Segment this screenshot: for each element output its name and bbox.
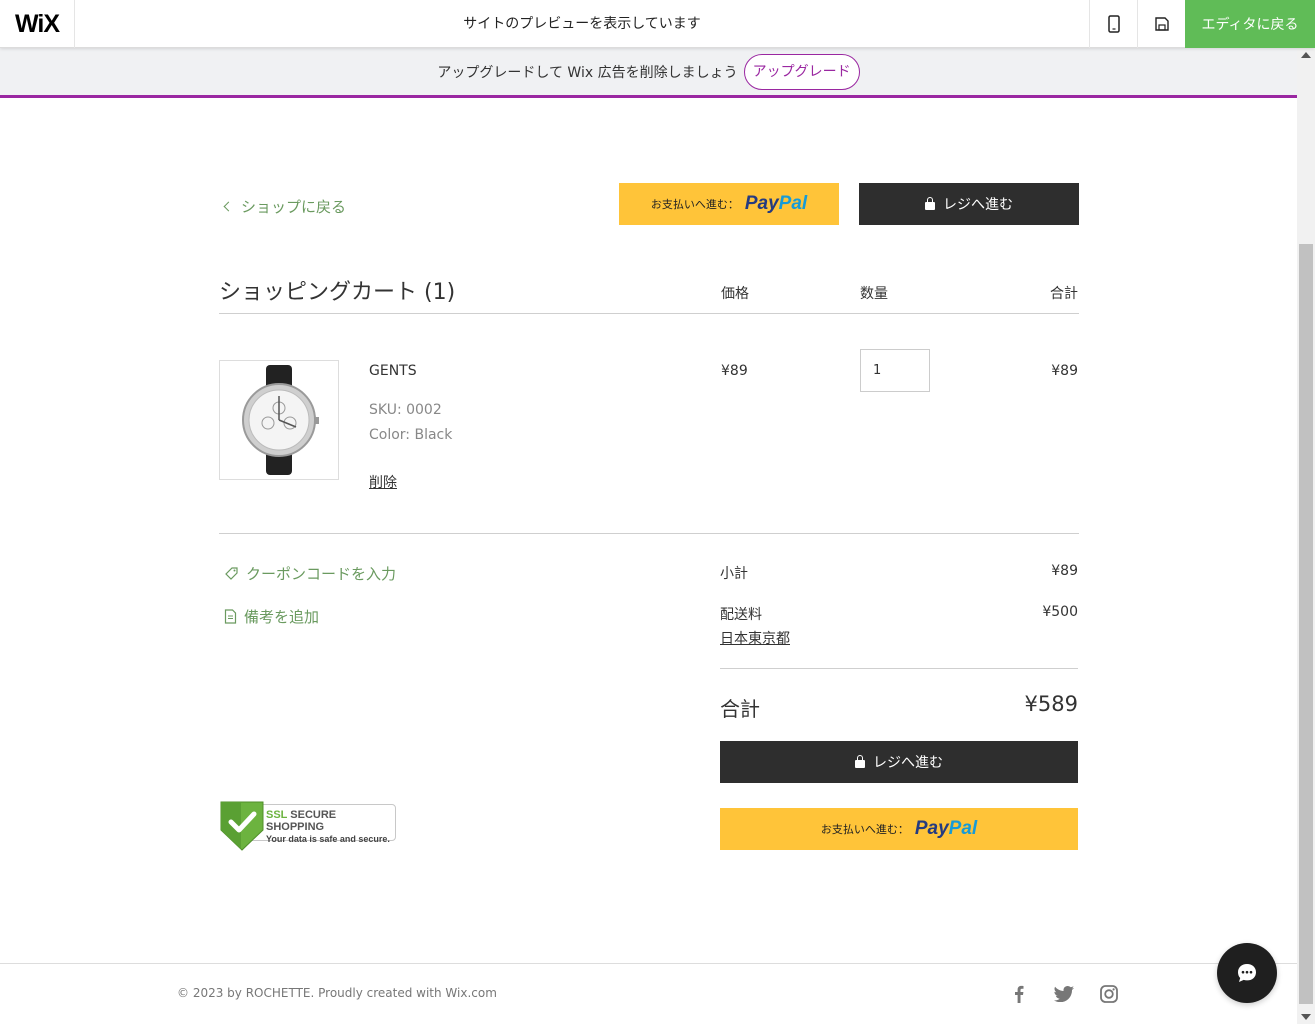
preview-title: サイトのプレビューを表示しています [463,16,701,32]
save-button[interactable] [1137,0,1185,48]
paypal-logo: PayPal [914,818,978,839]
cart-title: ショッピングカート (1) [219,280,456,305]
ssl-secure-badge: SSL SECURE SHOPPING Your data is safe an… [219,800,396,851]
column-header-total: 合計 [1050,286,1078,302]
total-label: 合計 [720,697,760,721]
summary-divider [720,668,1078,669]
product-sku: SKU: 0002 [369,402,442,418]
wix-logo[interactable]: WiX [0,0,75,48]
lock-icon [855,755,865,768]
quantity-input[interactable] [860,349,930,392]
mobile-view-button[interactable] [1089,0,1137,48]
subtotal-label: 小計 [720,566,748,582]
note-icon [224,609,237,624]
checkout-label: レジへ進む [873,755,943,771]
product-color: Color: Black [369,427,453,443]
back-to-shop-link[interactable]: ショップに戻る [222,196,346,217]
subtotal-value: ¥89 [1051,563,1078,579]
shipping-label: 配送料 [720,607,762,623]
paypal-label: お支払いへ進む： [820,823,909,836]
add-note-label: 備考を追加 [244,608,320,626]
facebook-icon[interactable] [1009,984,1029,1004]
mobile-icon [1107,15,1120,33]
column-header-price: 価格 [721,286,749,302]
paypal-logo: PayPal [744,193,808,214]
upgrade-banner: アップグレードして Wix 広告を削除しましょう アップグレード [0,48,1297,98]
add-note-link[interactable]: 備考を追加 [224,606,319,627]
ssl-text: SSL [266,809,288,821]
tag-icon [225,567,238,580]
scroll-up-icon[interactable] [1301,52,1311,58]
product-name[interactable]: GENTS [369,363,417,379]
scroll-thumb[interactable] [1299,244,1313,1004]
product-price: ¥89 [721,363,748,379]
page-scrollbar[interactable] [1297,48,1315,1024]
twitter-icon[interactable] [1054,984,1074,1004]
back-to-shop-label: ショップに戻る [241,198,347,216]
items-divider [219,533,1079,534]
checkout-button-bottom[interactable]: レジへ進む [720,741,1078,783]
coupon-label: クーポンコードを入力 [246,565,397,583]
checkout-button-top[interactable]: レジへ進む [859,183,1079,225]
paypal-label: お支払いへ進む： [650,198,739,211]
remove-item-link[interactable]: 削除 [369,472,397,492]
chat-button[interactable] [1217,943,1277,1003]
save-icon [1154,17,1169,31]
upgrade-button[interactable]: アップグレード [743,53,860,90]
coupon-link[interactable]: クーポンコードを入力 [224,563,396,584]
chat-icon [1238,964,1256,982]
lock-icon [925,197,935,210]
watch-icon [242,365,319,475]
back-to-editor-button[interactable]: エディタに戻る [1185,0,1315,48]
scroll-down-icon[interactable] [1301,1014,1311,1020]
chevron-left-icon [223,201,234,212]
header-divider [219,313,1079,314]
upgrade-text: アップグレードして Wix 広告を削除しましょう [437,64,738,81]
footer-copyright: © 2023 by ROCHETTE. Proudly created with… [177,986,497,1000]
instagram-icon[interactable] [1099,984,1119,1004]
paypal-button-top[interactable]: お支払いへ進む： PayPal [619,183,839,225]
shipping-value: ¥500 [1042,604,1078,620]
footer-divider [0,963,1297,964]
product-line-total: ¥89 [1051,363,1078,379]
ssl-subtitle: Your data is safe and secure. [266,834,390,844]
paypal-button-bottom[interactable]: お支払いへ進む： PayPal [720,808,1078,850]
checkout-label: レジへ進む [943,197,1013,213]
product-image[interactable] [219,360,339,480]
column-header-quantity: 数量 [860,286,888,302]
shield-check-icon [220,801,264,851]
shipping-location-link[interactable]: 日本東京都 [720,628,790,648]
preview-topbar: WiX サイトのプレビューを表示しています エディタに戻る [0,0,1315,48]
total-value: ¥589 [1024,692,1078,716]
